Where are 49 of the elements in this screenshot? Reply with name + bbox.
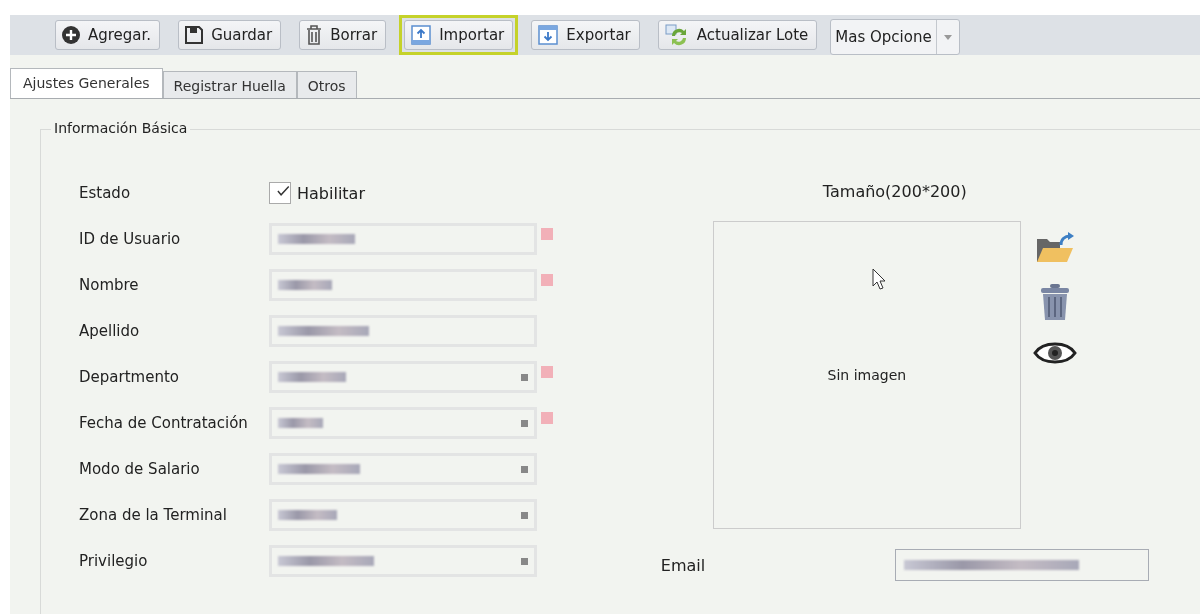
dropdown-marker-icon <box>521 465 528 473</box>
field-label: Estado <box>79 184 132 202</box>
field-label: Modo de Salario <box>79 460 201 478</box>
dropdown-field[interactable] <box>269 361 537 393</box>
blurred-value <box>278 280 332 290</box>
field-label: Zona de la Terminal <box>79 506 228 524</box>
group-title: Información Básica <box>51 120 191 136</box>
field-label: Departmento <box>79 368 180 386</box>
dropdown-field[interactable] <box>269 499 537 531</box>
refresh-icon <box>664 24 689 46</box>
trash-icon <box>306 25 323 45</box>
dropdown-marker-icon <box>521 557 528 565</box>
field-label: ID de Usuario <box>79 230 182 248</box>
toolbar-button[interactable]: Exportar <box>531 20 640 50</box>
plus-icon <box>62 26 80 44</box>
field-label: Email <box>660 555 707 575</box>
toolbar-button[interactable]: Guardar <box>178 20 282 50</box>
toolbar-button[interactable]: Importar <box>404 20 514 50</box>
input-field[interactable] <box>894 549 1149 581</box>
mouse-cursor-icon <box>871 268 886 290</box>
checkbox[interactable] <box>269 182 291 204</box>
field-label: Fecha de Contratación <box>79 414 249 432</box>
blurred-value <box>278 418 323 428</box>
field-label: Privilegio <box>79 552 149 570</box>
upload-icon <box>411 25 432 45</box>
field-label: Nombre <box>79 276 140 294</box>
field-label: Apellido <box>79 322 141 340</box>
trash-icon[interactable] <box>1038 283 1071 321</box>
dropdown-arrow-icon <box>943 34 952 40</box>
toolbar-button[interactable]: Actualizar Lote <box>657 20 818 50</box>
dropdown-marker-icon <box>521 373 528 381</box>
dropdown-field[interactable] <box>269 453 537 485</box>
blurred-value <box>278 372 346 382</box>
tab[interactable]: Ajustes Generales <box>10 68 163 98</box>
dropdown-marker-icon <box>521 511 528 519</box>
options-dropdown[interactable]: Mas Opcione <box>830 19 960 55</box>
tab[interactable]: Otros <box>296 71 357 98</box>
no-image-text: Sin imagen <box>827 367 907 383</box>
photo-size-label: Tamaño(200*200) <box>822 182 968 201</box>
blurred-value <box>278 510 337 520</box>
open-folder-icon[interactable] <box>1034 231 1075 265</box>
toolbar-button[interactable]: Borrar <box>299 20 387 50</box>
tab[interactable]: Registrar Huella <box>162 71 297 98</box>
dropdown-marker-icon <box>521 419 528 427</box>
toolbar-button[interactable]: Agregar. <box>55 20 161 50</box>
dropdown-field[interactable] <box>269 407 537 439</box>
checkbox-label: Habilitar <box>297 183 365 203</box>
download-icon <box>538 25 559 45</box>
dropdown-field[interactable] <box>269 545 537 577</box>
